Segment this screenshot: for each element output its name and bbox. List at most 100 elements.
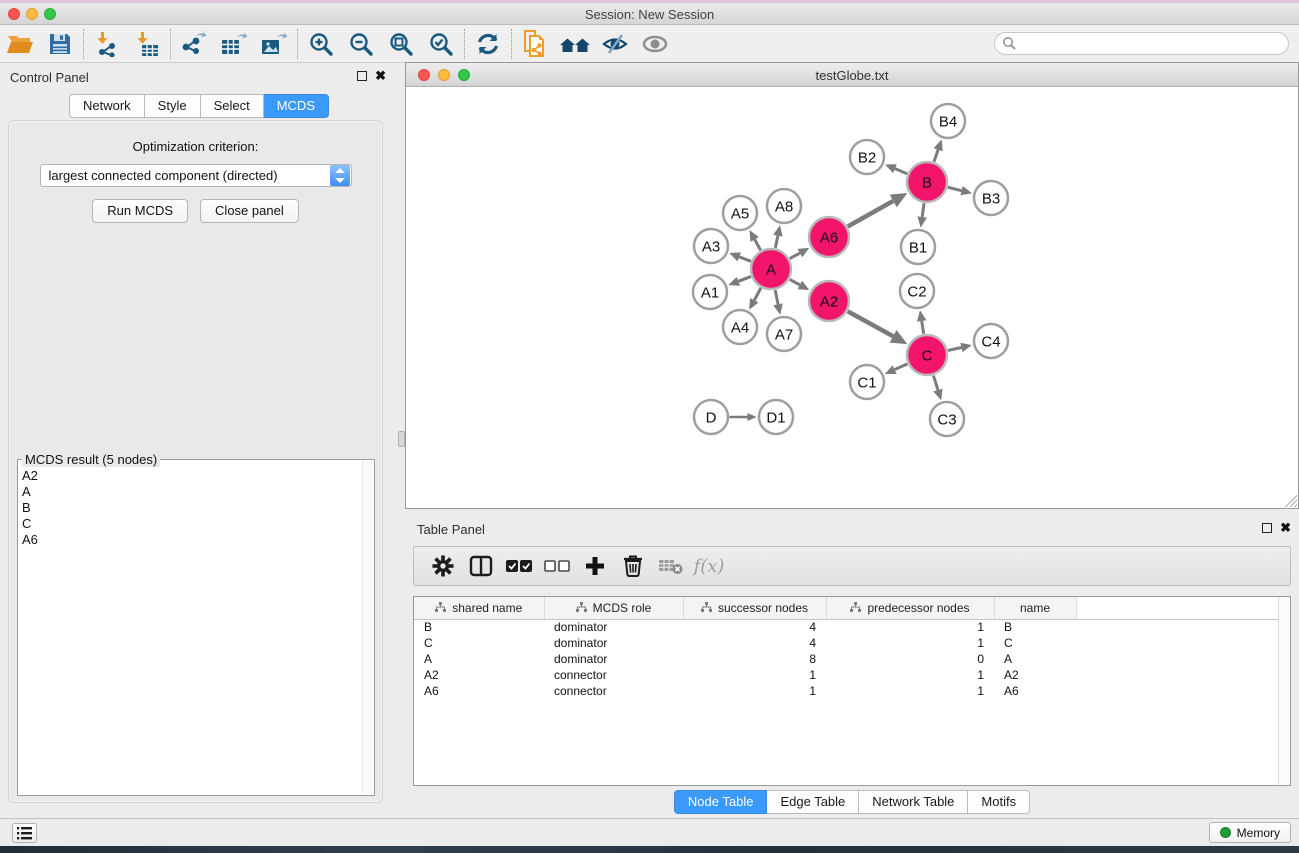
table-row[interactable]: Cdominator41C xyxy=(414,635,1279,651)
graph-edge xyxy=(895,364,908,370)
tab-style[interactable]: Style xyxy=(145,94,201,118)
mcds-result-item[interactable]: A2 xyxy=(22,468,360,484)
zoom-fit-icon[interactable] xyxy=(381,28,421,60)
tab-mcds[interactable]: MCDS xyxy=(264,94,329,118)
graph-node-A3[interactable]: A3 xyxy=(694,229,728,263)
column-header-predecessor-nodes[interactable]: predecessor nodes xyxy=(826,597,994,619)
panel-divider-grip[interactable] xyxy=(398,431,405,447)
graph-node-D1[interactable]: D1 xyxy=(759,400,793,434)
table-row[interactable]: A6connector11A6 xyxy=(414,683,1279,699)
mcds-result-item[interactable]: C xyxy=(22,516,360,532)
column-header-mcds-role[interactable]: MCDS role xyxy=(544,597,683,619)
table-row[interactable]: A2connector11A2 xyxy=(414,667,1279,683)
resize-grip-icon[interactable] xyxy=(1285,495,1297,507)
graph-node-A[interactable]: A xyxy=(751,249,791,289)
dropdown-stepper-icon[interactable] xyxy=(330,165,350,186)
table-cell: B xyxy=(414,619,544,635)
table-scrollbar[interactable] xyxy=(1278,597,1290,785)
column-header-name[interactable]: name xyxy=(994,597,1076,619)
svg-text:A4: A4 xyxy=(731,319,749,336)
tab-network-table[interactable]: Network Table xyxy=(859,790,968,814)
delete-column-trash-icon[interactable] xyxy=(614,550,652,582)
network-graph-canvas[interactable]: A5 A8 A3 A1A4 A7 A A6 A2 B B1 B2 B3 B4 C C1 C2 C3 C4 D D1 xyxy=(406,87,1298,508)
close-panel-button[interactable]: Close panel xyxy=(200,199,299,223)
table-row[interactable]: Adominator80A xyxy=(414,651,1279,667)
search-input[interactable] xyxy=(1017,35,1288,53)
node-table: shared name MCDS role successor nodes pr… xyxy=(413,596,1291,786)
graph-node-A6[interactable]: A6 xyxy=(809,217,849,257)
import-network-icon[interactable] xyxy=(87,28,127,60)
graph-node-B3[interactable]: B3 xyxy=(974,181,1008,215)
home-networks-icon[interactable] xyxy=(555,28,595,60)
graph-node-A8[interactable]: A8 xyxy=(767,189,801,223)
column-header-successor-nodes[interactable]: successor nodes xyxy=(683,597,826,619)
graph-node-A4[interactable]: A4 xyxy=(723,310,757,344)
add-column-icon[interactable] xyxy=(576,550,614,582)
graph-node-C1[interactable]: C1 xyxy=(850,365,884,399)
tab-edge-table[interactable]: Edge Table xyxy=(767,790,859,814)
graph-node-A1[interactable]: A1 xyxy=(693,275,727,309)
graph-node-B1[interactable]: B1 xyxy=(901,230,935,264)
tab-network[interactable]: Network xyxy=(69,94,145,118)
deselect-all-checkboxes-icon[interactable] xyxy=(538,550,576,582)
tab-node-table[interactable]: Node Table xyxy=(674,790,768,814)
graph-node-B2[interactable]: B2 xyxy=(850,140,884,174)
graph-node-C[interactable]: C xyxy=(907,335,947,375)
optimization-criterion-dropdown[interactable]: largest connected component (directed) xyxy=(40,164,352,187)
delete-table-icon[interactable] xyxy=(652,550,690,582)
graph-node-C2[interactable]: C2 xyxy=(900,274,934,308)
svg-text:D1: D1 xyxy=(766,409,785,426)
zoom-in-icon[interactable] xyxy=(301,28,341,60)
function-builder-icon[interactable]: f(x) xyxy=(690,550,728,582)
graph-node-C3[interactable]: C3 xyxy=(930,402,964,436)
run-mcds-button[interactable]: Run MCDS xyxy=(92,199,188,223)
tab-select[interactable]: Select xyxy=(201,94,264,118)
tab-motifs[interactable]: Motifs xyxy=(968,790,1030,814)
status-bar: Memory xyxy=(0,818,1299,846)
zoom-out-icon[interactable] xyxy=(341,28,381,60)
table-cell: A xyxy=(414,651,544,667)
memory-button[interactable]: Memory xyxy=(1209,822,1291,843)
import-table-icon[interactable] xyxy=(127,28,167,60)
show-all-eye-icon[interactable] xyxy=(635,28,675,60)
node-table-grid: shared name MCDS role successor nodes pr… xyxy=(414,597,1279,699)
column-type-icon xyxy=(576,602,587,613)
hide-selected-eye-icon[interactable] xyxy=(595,28,635,60)
export-image-icon[interactable] xyxy=(254,28,294,60)
float-panel-icon[interactable] xyxy=(357,71,367,81)
mcds-result-scrollbar[interactable] xyxy=(362,461,373,794)
export-table-icon[interactable] xyxy=(214,28,254,60)
close-panel-icon[interactable]: ✖ xyxy=(1280,523,1291,533)
svg-text:C1: C1 xyxy=(857,374,876,391)
graph-node-B[interactable]: B xyxy=(907,162,947,202)
table-row[interactable]: Bdominator41B xyxy=(414,619,1279,635)
svg-text:A8: A8 xyxy=(775,198,793,215)
search-field[interactable] xyxy=(994,32,1289,55)
refresh-layout-icon[interactable] xyxy=(468,28,508,60)
column-type-icon xyxy=(435,602,446,613)
main-toolbar xyxy=(0,25,1299,63)
split-panel-icon[interactable] xyxy=(462,550,500,582)
mcds-result-item[interactable]: A xyxy=(22,484,360,500)
graph-node-B4[interactable]: B4 xyxy=(931,104,965,138)
mcds-result-item[interactable]: A6 xyxy=(22,532,360,548)
graph-node-C4[interactable]: C4 xyxy=(974,324,1008,358)
graph-node-A5[interactable]: A5 xyxy=(723,196,757,230)
graph-edge xyxy=(790,279,800,285)
column-header-shared-name[interactable]: shared name xyxy=(414,597,544,619)
zoom-selected-icon[interactable] xyxy=(421,28,461,60)
close-panel-icon[interactable]: ✖ xyxy=(375,71,386,81)
table-cell: dominator xyxy=(544,651,683,667)
open-file-icon[interactable] xyxy=(0,28,40,60)
graph-node-D[interactable]: D xyxy=(694,400,728,434)
clipboard-network-icon[interactable] xyxy=(515,28,555,60)
select-all-checkboxes-icon[interactable] xyxy=(500,550,538,582)
export-network-icon[interactable] xyxy=(174,28,214,60)
save-session-icon[interactable] xyxy=(40,28,80,60)
graph-node-A2[interactable]: A2 xyxy=(809,281,849,321)
settings-gear-icon[interactable] xyxy=(424,550,462,582)
task-history-button[interactable] xyxy=(12,823,37,843)
float-panel-icon[interactable] xyxy=(1262,523,1272,533)
graph-node-A7[interactable]: A7 xyxy=(767,317,801,351)
mcds-result-item[interactable]: B xyxy=(22,500,360,516)
